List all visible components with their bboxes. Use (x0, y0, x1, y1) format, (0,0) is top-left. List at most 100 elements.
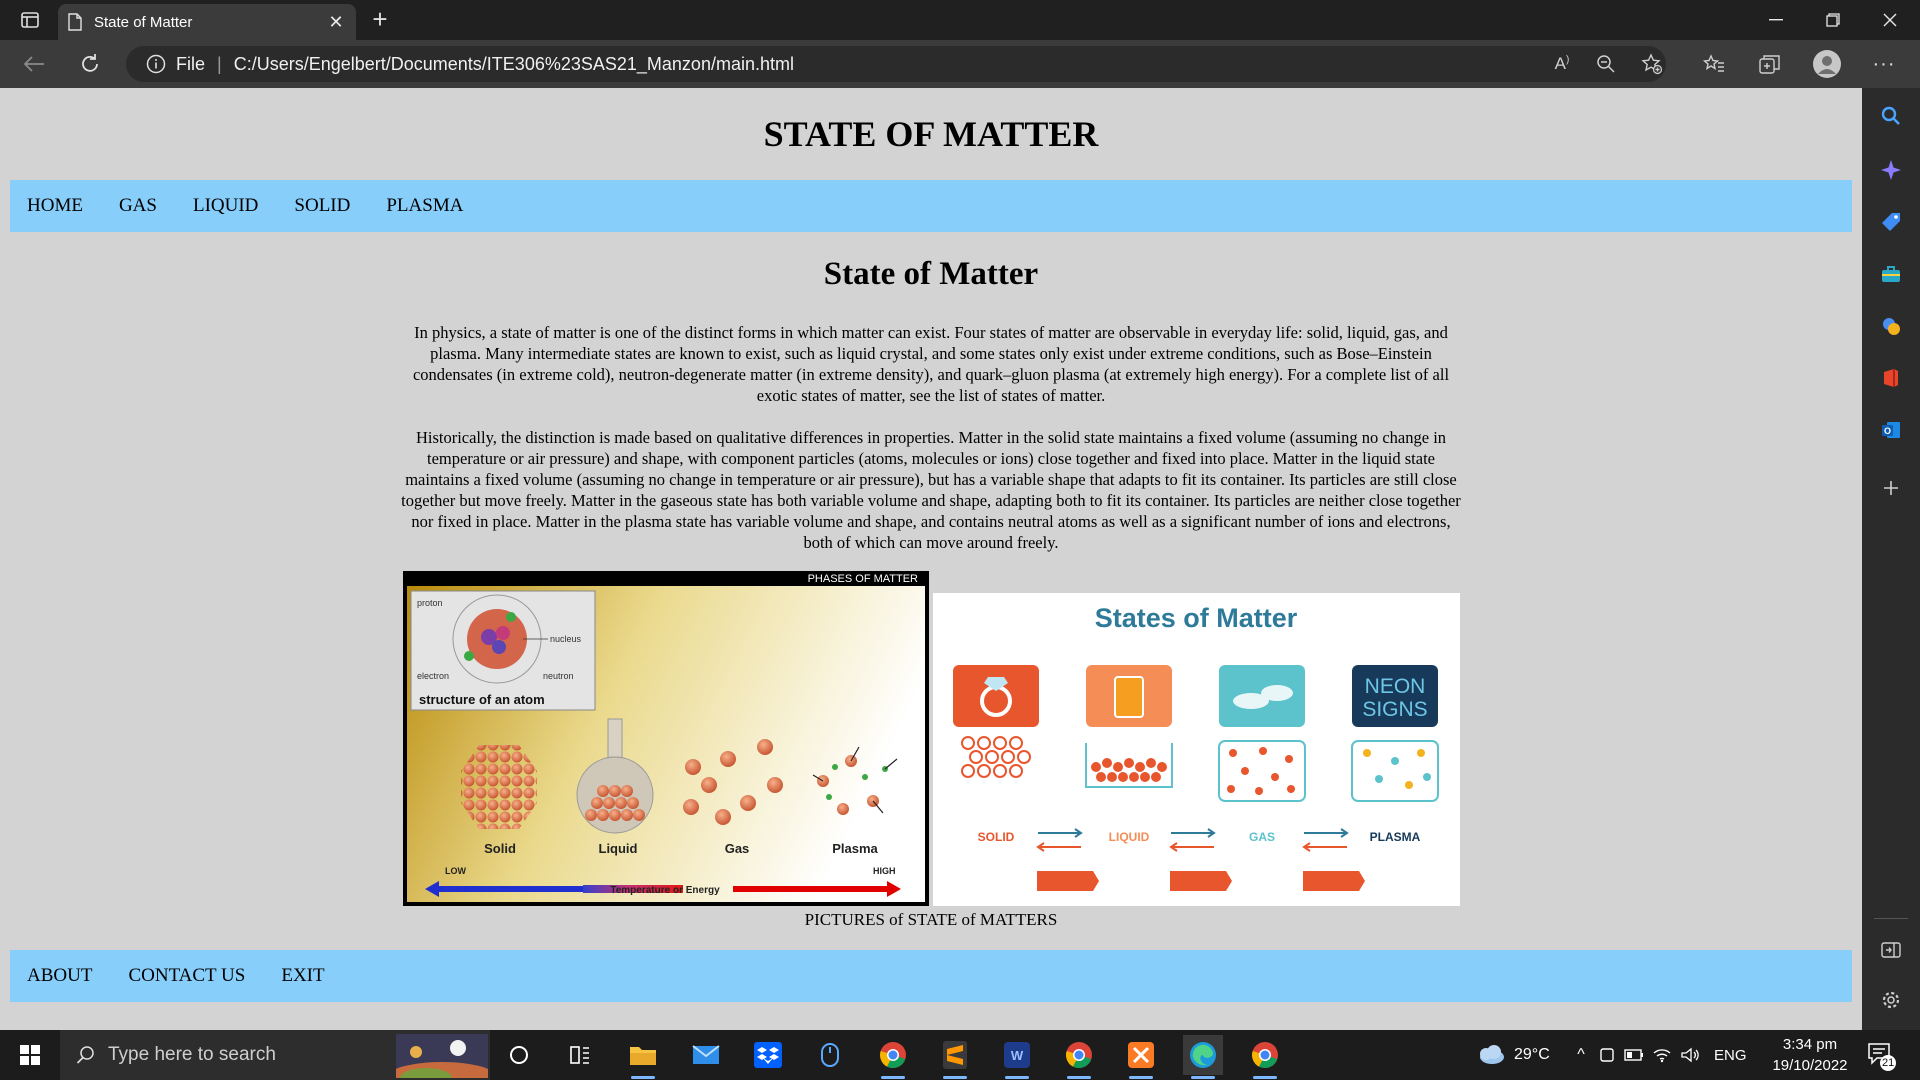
collections-icon (1759, 55, 1780, 74)
dropbox-app[interactable] (748, 1035, 788, 1075)
volume-icon[interactable] (1680, 1047, 1700, 1063)
sidebar-search-button[interactable] (1879, 104, 1903, 128)
refresh-button[interactable] (74, 48, 106, 80)
footer-link-about[interactable]: ABOUT (27, 965, 92, 987)
secure-app[interactable] (810, 1035, 850, 1075)
state-label-gas: GAS (1249, 830, 1275, 844)
url-text[interactable]: C:/Users/Engelbert/Documents/ITE306%23SA… (234, 54, 794, 75)
read-aloud-button[interactable]: A) (1550, 52, 1574, 76)
sidebar-divider (1874, 918, 1908, 919)
outlook-icon: O (1882, 422, 1900, 438)
address-prefix: File (176, 53, 206, 74)
chevron-up-icon[interactable]: ^ (1570, 1046, 1592, 1064)
low-label: LOW (445, 866, 466, 876)
restore-button[interactable] (1805, 0, 1861, 40)
phases-banner: PHASES OF MATTER (808, 573, 918, 585)
word-app[interactable]: W (997, 1035, 1037, 1079)
add-favorite-button[interactable] (1640, 52, 1664, 76)
intro-paragraph: In physics, a state of matter is one of … (412, 323, 1450, 405)
file-explorer-app[interactable] (623, 1035, 663, 1079)
notifications-button[interactable]: 21 (1866, 1040, 1897, 1071)
address-bar[interactable]: File | C:/Users/Engelbert/Documents/ITE3… (126, 46, 1666, 82)
nav-link-liquid[interactable]: LIQUID (193, 195, 258, 217)
sparkle-icon (1881, 160, 1901, 180)
favorites-button[interactable] (1702, 52, 1726, 76)
sidebar-tools-button[interactable] (1879, 262, 1903, 286)
sidebar-hide-button[interactable] (1879, 938, 1903, 962)
sublime-text-app[interactable] (935, 1035, 975, 1079)
sidebar-settings-button[interactable] (1879, 988, 1903, 1012)
nav-link-home[interactable]: HOME (27, 195, 83, 217)
chrome-alt-app[interactable] (1245, 1035, 1285, 1079)
sidebar-outlook-button[interactable]: O (1879, 418, 1903, 442)
history-paragraph: Historically, the distinction is made ba… (401, 428, 1461, 552)
close-tab-icon[interactable]: ✕ (326, 12, 346, 33)
chrome-profile-app[interactable] (1059, 1035, 1099, 1079)
xampp-app[interactable] (1121, 1035, 1161, 1079)
hide-sidebar-icon (1881, 942, 1901, 958)
chrome-icon (1252, 1042, 1278, 1069)
edge-app[interactable] (1183, 1035, 1223, 1079)
sidebar-games-button[interactable] (1879, 314, 1903, 338)
chrome-app[interactable] (873, 1035, 913, 1079)
infographic-title: States of Matter (1095, 603, 1298, 633)
close-window-button[interactable] (1862, 0, 1918, 40)
tab-actions-button[interactable] (12, 8, 48, 32)
tag-icon (1882, 213, 1900, 231)
start-button[interactable] (0, 1030, 60, 1080)
notification-count-badge: 21 (1880, 1055, 1897, 1071)
back-button[interactable] (18, 48, 50, 80)
page-heading: State of Matter (823, 256, 1039, 292)
profile-button[interactable] (1812, 49, 1842, 79)
sidebar-add-button[interactable] (1879, 476, 1903, 500)
atom-caption: structure of an atom (419, 692, 545, 707)
wifi-icon[interactable] (1652, 1047, 1672, 1063)
states-of-matter-infographic: States of Matter NEON SIGNS SOLID LIQUID… (933, 593, 1460, 906)
sidebar-discover-button[interactable] (1879, 158, 1903, 182)
weather-temp: 29°C (1514, 1046, 1550, 1063)
cloud-icon (1480, 1045, 1504, 1064)
windows-logo-icon (20, 1045, 40, 1065)
weather-widget[interactable]: 29°C (1474, 1030, 1550, 1080)
footer-link-exit[interactable]: EXIT (281, 965, 324, 987)
taskbar-search[interactable]: Type here to search (60, 1030, 490, 1080)
edge-icon (1190, 1042, 1216, 1068)
zoom-out-icon (1597, 55, 1615, 73)
zoom-button[interactable] (1594, 52, 1618, 76)
collections-button[interactable] (1758, 52, 1782, 76)
favorites-icon (1703, 54, 1724, 72)
settings-menu-button[interactable]: ··· (1872, 52, 1896, 76)
state-label-plasma: PLASMA (1370, 830, 1421, 844)
footer-navigation: ABOUT CONTACT US EXIT (10, 950, 1852, 1002)
state-label-solid: SOLID (978, 830, 1015, 844)
mail-app[interactable] (686, 1035, 726, 1075)
temperature-axis-label: Temperature or Energy (610, 885, 720, 896)
new-tab-button[interactable]: + (366, 6, 394, 34)
cortana-button[interactable] (499, 1035, 539, 1075)
nav-link-gas[interactable]: GAS (119, 195, 157, 217)
browser-titlebar: State of Matter ✕ + (0, 0, 1920, 40)
minimize-button[interactable] (1748, 0, 1804, 40)
meet-now-icon[interactable] (1598, 1046, 1616, 1064)
state-label-liquid: LIQUID (1109, 830, 1150, 844)
nav-link-solid[interactable]: SOLID (294, 195, 350, 217)
sidebar-shopping-button[interactable] (1879, 210, 1903, 234)
footer-link-contact[interactable]: CONTACT US (128, 965, 245, 987)
info-icon[interactable] (146, 54, 166, 74)
minimize-icon (1769, 19, 1783, 21)
browser-tab-active[interactable]: State of Matter ✕ (58, 4, 356, 40)
tab-actions-icon (21, 12, 39, 28)
battery-icon[interactable] (1624, 1048, 1644, 1062)
nav-link-plasma[interactable]: PLASMA (386, 195, 463, 217)
page-viewport: STATE OF MATTER HOME GAS LIQUID SOLID PL… (0, 88, 1862, 1030)
task-view-button[interactable] (560, 1035, 600, 1075)
task-view-icon (570, 1046, 589, 1064)
proton-label: proton (417, 598, 443, 608)
restore-icon (1826, 13, 1840, 27)
neon-text-line1: NEON (1365, 675, 1426, 698)
phase-label-plasma: Plasma (832, 841, 878, 856)
clock[interactable]: 3:34 pm 19/10/2022 (1762, 1034, 1858, 1076)
neon-text-line2: SIGNS (1362, 698, 1427, 721)
sidebar-office-button[interactable] (1879, 366, 1903, 390)
language-indicator[interactable]: ENG (1714, 1047, 1747, 1064)
